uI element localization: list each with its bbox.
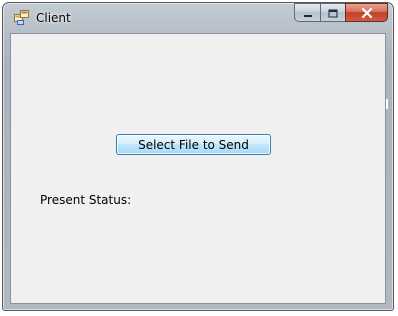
app-window-icon xyxy=(14,10,30,26)
present-status-label: Present Status: xyxy=(40,193,132,207)
client-window: Client Select File to Send Present Statu… xyxy=(2,2,394,311)
close-button[interactable] xyxy=(345,3,388,22)
title-bar[interactable]: Client xyxy=(3,3,393,33)
window-title: Client xyxy=(36,11,71,25)
maximize-icon xyxy=(328,3,338,22)
minimize-button[interactable] xyxy=(294,3,320,22)
maximize-button[interactable] xyxy=(320,3,345,22)
select-file-button[interactable]: Select File to Send xyxy=(116,134,271,155)
client-area: Select File to Send Present Status: xyxy=(10,33,386,304)
caption-buttons xyxy=(294,3,388,23)
close-icon xyxy=(361,3,373,22)
minimize-icon xyxy=(303,3,313,22)
